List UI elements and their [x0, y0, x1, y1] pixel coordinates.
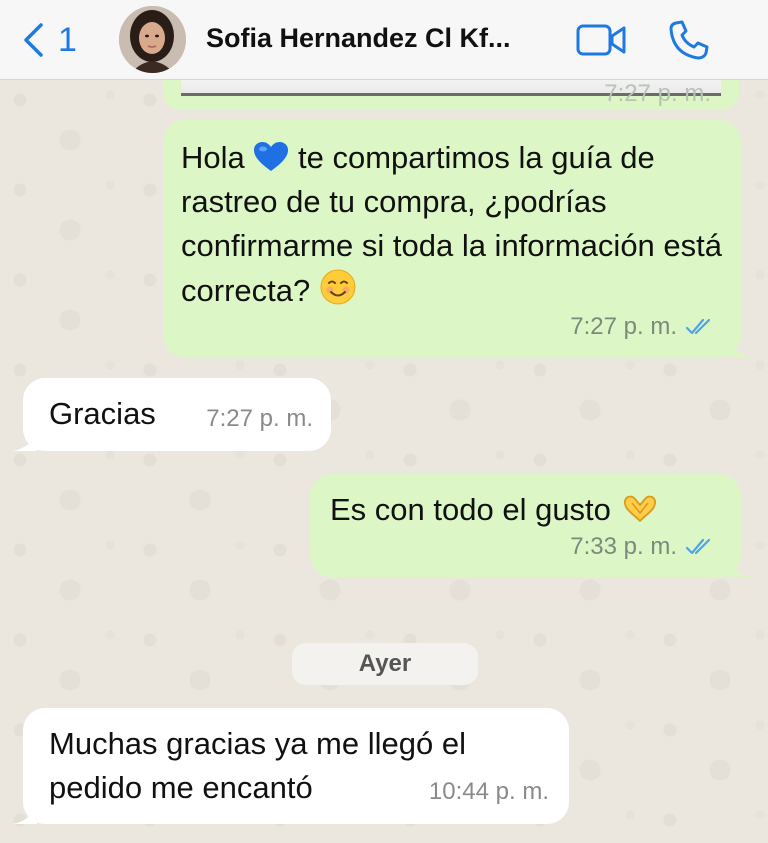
message-time: 10:44 p. m.: [428, 778, 549, 805]
date-separator: Ayer: [292, 643, 478, 685]
smiling-face-emoji-icon: [320, 269, 356, 305]
video-camera-icon: [576, 24, 626, 56]
avatar[interactable]: [119, 6, 186, 73]
heart-hands-emoji-icon: [623, 495, 656, 522]
read-ticks-icon: [685, 318, 711, 335]
message-time: 7:33 p. m.: [570, 533, 677, 560]
contact-name[interactable]: Sofia Hernandez Cl Kf...: [206, 23, 511, 54]
message-meta: 7:27 p. m.: [206, 397, 313, 441]
bubble-tail: [13, 429, 37, 451]
video-call-button[interactable]: [576, 22, 628, 58]
read-ticks-icon: [685, 538, 711, 555]
message-time: 7:27 p. m.: [570, 313, 677, 340]
outgoing-message[interactable]: Es con todo el gusto 7:33 p. m.: [310, 474, 751, 577]
bubble-tail: [13, 802, 37, 824]
incoming-message[interactable]: Muchas gracias ya me llegó el pedido me …: [13, 708, 569, 824]
message-time: 7:27 p. m.: [604, 80, 711, 107]
back-button[interactable]: 1: [22, 20, 77, 60]
message-meta: 7:33 p. m.: [570, 525, 715, 569]
message-time: 7:27 p. m.: [206, 405, 313, 432]
chat-header: 1 Sofia Hernandez Cl Kf...: [0, 0, 768, 80]
bubble-tail: [727, 555, 751, 577]
message-text: Hola te compartimos la guía de rastreo d…: [181, 140, 723, 308]
bubble-tail: [727, 335, 751, 357]
chevron-left-icon: [24, 23, 43, 57]
message-meta: 10:44 p. m.: [429, 770, 549, 814]
phone-icon: [669, 20, 709, 60]
voice-call-button[interactable]: [667, 18, 711, 62]
incoming-message[interactable]: Gracias 7:27 p. m.: [13, 378, 331, 451]
outgoing-message[interactable]: Hola te compartimos la guía de rastreo d…: [163, 120, 751, 357]
unread-count: 1: [58, 20, 77, 59]
message-meta: 7:27 p. m.: [570, 305, 715, 349]
blue-heart-emoji-icon: [254, 142, 289, 171]
